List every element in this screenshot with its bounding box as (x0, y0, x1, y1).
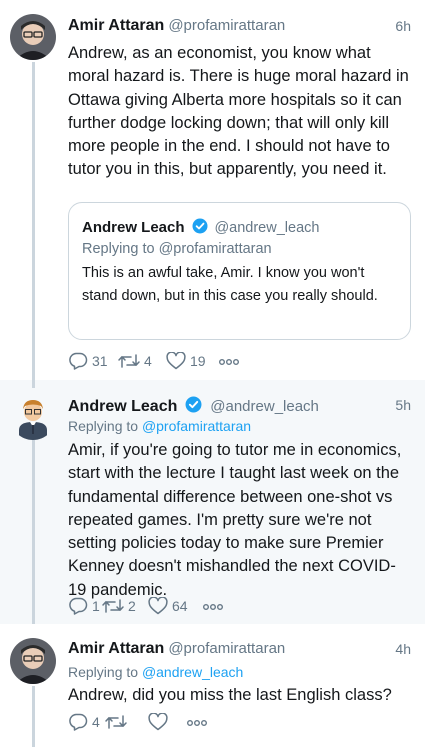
like-count: 19 (190, 353, 206, 369)
replying-to-label: Replying to (68, 664, 139, 680)
reply-button[interactable]: 31 (68, 352, 118, 370)
tweet-text: Andrew, did you miss the last English cl… (68, 686, 392, 704)
tweet-header: Amir Attaran @profamirattaran 6h (68, 17, 411, 39)
reply-icon (68, 713, 88, 731)
tweet-actions: 1 2 64 (68, 595, 224, 617)
replying-to-label: Replying to (68, 418, 139, 434)
timestamp[interactable]: 6h (395, 18, 411, 34)
author-name[interactable]: Andrew Leach (68, 398, 177, 415)
timestamp[interactable]: 5h (395, 397, 411, 413)
author-handle[interactable]: @profamirattaran (168, 640, 285, 657)
tweet-text: Amir, if you're going to tutor me in eco… (68, 441, 402, 599)
avatar[interactable] (10, 638, 56, 684)
verified-badge-icon (185, 396, 202, 418)
tweet-actions: 31 4 19 (68, 350, 240, 372)
verified-badge-icon (192, 218, 208, 239)
quoted-replying-to: Replying to @profamirattaran (82, 241, 272, 257)
like-icon (148, 713, 168, 731)
more-button[interactable] (218, 353, 240, 369)
author-handle[interactable]: @profamirattaran (168, 17, 285, 34)
like-icon (166, 352, 186, 370)
like-count: 64 (172, 598, 188, 614)
avatar[interactable] (10, 394, 56, 440)
author-name[interactable]: Amir Attaran (68, 17, 164, 34)
quoted-tweet-header: Andrew Leach @andrew_leach (82, 218, 319, 239)
replying-to-handle[interactable]: @andrew_leach (142, 664, 243, 680)
retweet-icon (102, 598, 124, 614)
tweet[interactable]: Amir Attaran @profamirattaran 6h Andrew, … (0, 0, 425, 380)
quoted-author-handle: @andrew_leach (214, 220, 320, 236)
replying-to-label: Replying to (82, 241, 155, 257)
timestamp[interactable]: 4h (395, 641, 411, 657)
twitter-thread: Amir Attaran @profamirattaran 6h Andrew, … (0, 0, 425, 747)
more-icon (218, 353, 240, 369)
tweet-header: Andrew Leach @andrew_leach 5h (68, 396, 411, 418)
retweet-icon (118, 353, 140, 369)
tweet-actions: 4 (68, 711, 208, 733)
like-button[interactable] (148, 713, 186, 731)
avatar[interactable] (10, 14, 56, 60)
tweet-header: Amir Attaran @profamirattaran 4h (68, 640, 411, 662)
thread-line (32, 380, 35, 388)
author-handle[interactable]: @andrew_leach (210, 398, 319, 415)
reply-button[interactable]: 1 (68, 597, 102, 615)
more-button[interactable] (186, 714, 208, 730)
replying-to-handle[interactable]: @profamirattaran (142, 418, 251, 434)
more-icon (202, 598, 224, 614)
reply-button[interactable]: 4 (68, 713, 105, 731)
replying-to-handle: @profamirattaran (158, 241, 272, 257)
author-name[interactable]: Amir Attaran (68, 640, 164, 657)
quoted-author-name: Andrew Leach (82, 219, 185, 236)
retweet-count: 2 (128, 598, 136, 614)
retweet-button[interactable] (105, 714, 148, 730)
tweet[interactable]: Andrew Leach @andrew_leach 5h Replying t… (0, 380, 425, 624)
more-icon (186, 714, 208, 730)
thread-line (32, 440, 35, 624)
replying-to: Replying to @profamirattaran (68, 418, 251, 434)
more-button[interactable] (202, 598, 224, 614)
retweet-button[interactable]: 4 (118, 353, 166, 369)
retweet-button[interactable]: 2 (102, 598, 148, 614)
retweet-count: 4 (144, 353, 152, 369)
reply-count: 1 (92, 598, 100, 614)
thread-line (32, 686, 35, 747)
reply-icon (68, 597, 88, 615)
reply-count: 31 (92, 353, 108, 369)
reply-icon (68, 352, 88, 370)
replying-to: Replying to @andrew_leach (68, 664, 243, 680)
reply-count: 4 (92, 714, 100, 730)
like-button[interactable]: 19 (166, 352, 218, 370)
tweet-text: Andrew, as an economist, you know what m… (68, 44, 409, 179)
like-button[interactable]: 64 (148, 597, 202, 615)
thread-line (32, 62, 35, 380)
like-icon (148, 597, 168, 615)
tweet[interactable]: Amir Attaran @profamirattaran 4h Replying… (0, 624, 425, 747)
quoted-tweet-text: This is an awful take, Amir. I know you … (82, 265, 378, 304)
retweet-icon (105, 714, 127, 730)
quoted-tweet[interactable]: Andrew Leach @andrew_leach Replying to @… (68, 202, 411, 340)
